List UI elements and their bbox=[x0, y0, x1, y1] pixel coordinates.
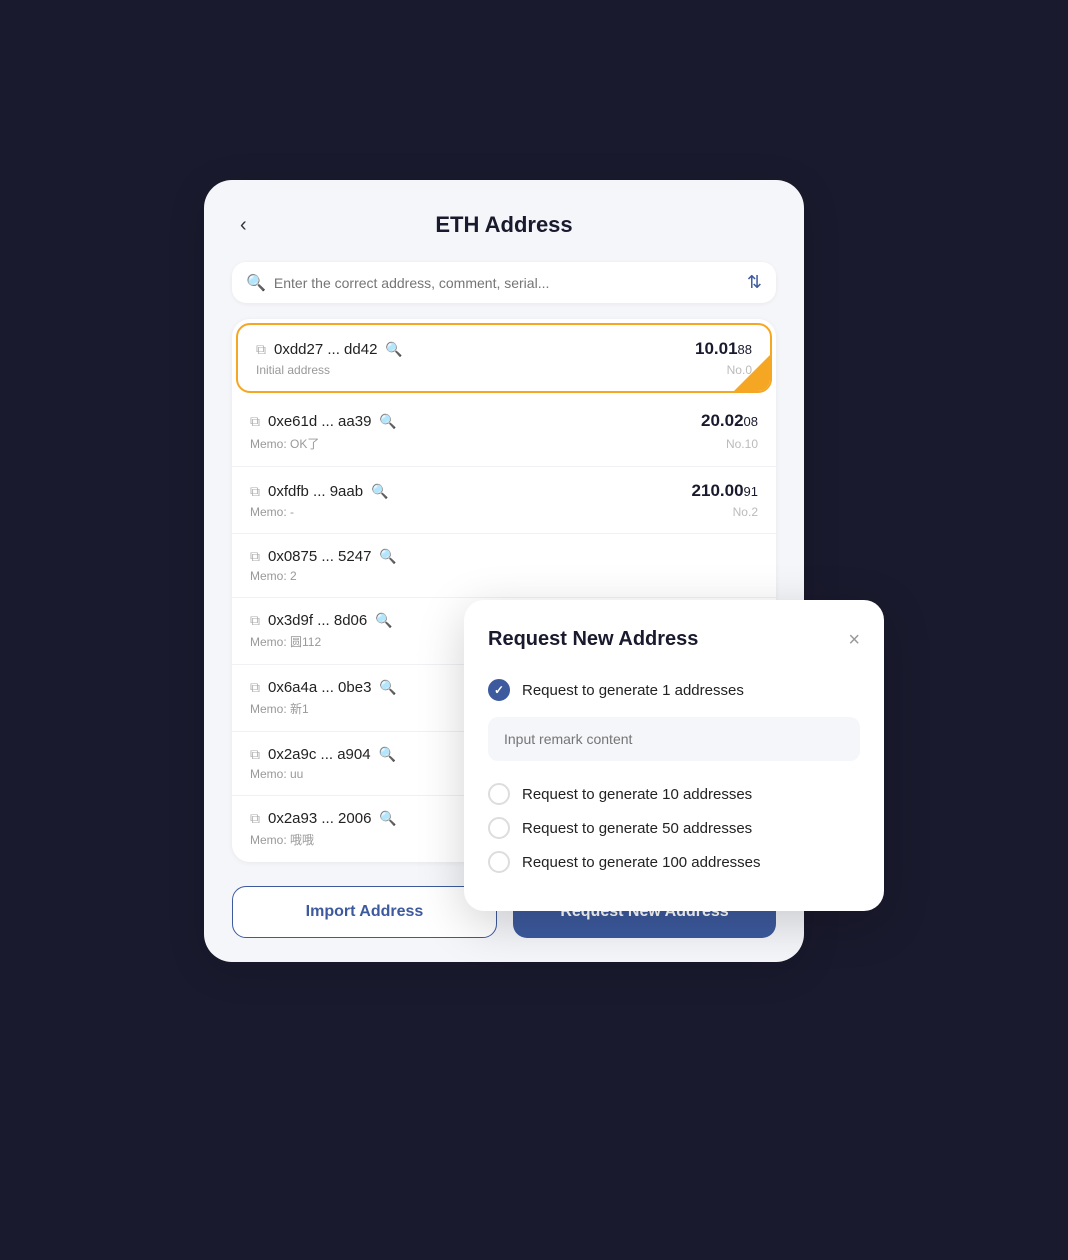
page-root: ‹ ETH Address 🔍 ⇅ ⧉ 0xdd27 ... dd42 🔍 10… bbox=[204, 180, 864, 1080]
address-left: ⧉ 0xdd27 ... dd42 🔍 bbox=[256, 341, 403, 358]
address-search-icon[interactable]: 🔍 bbox=[379, 679, 396, 696]
radio-circle-2 bbox=[488, 817, 510, 839]
address-hash: 0x2a93 ... 2006 bbox=[268, 810, 371, 827]
address-meta: Memo: 2 bbox=[250, 569, 758, 583]
page-title: ETH Address bbox=[435, 212, 572, 238]
address-meta: Memo: - No.2 bbox=[250, 505, 758, 519]
search-bar: 🔍 ⇅ bbox=[232, 262, 776, 303]
address-memo: Memo: OK了 bbox=[250, 435, 319, 452]
address-hash: 0x0875 ... 5247 bbox=[268, 548, 371, 565]
radio-option-2[interactable]: Request to generate 50 addresses bbox=[488, 811, 860, 845]
address-left: ⧉ 0x0875 ... 5247 🔍 bbox=[250, 548, 397, 565]
active-indicator bbox=[734, 355, 770, 391]
address-left: ⧉ 0x2a9c ... a904 🔍 bbox=[250, 746, 396, 763]
address-number: No.2 bbox=[733, 505, 758, 519]
address-row: ⧉ 0xe61d ... aa39 🔍 20.0208 bbox=[250, 411, 758, 431]
copy-icon[interactable]: ⧉ bbox=[250, 483, 260, 500]
radio-option-3[interactable]: Request to generate 100 addresses bbox=[488, 845, 860, 879]
address-memo: Initial address bbox=[256, 363, 330, 377]
address-search-icon[interactable]: 🔍 bbox=[379, 413, 396, 430]
address-search-icon[interactable]: 🔍 bbox=[371, 483, 388, 500]
address-memo: Memo: uu bbox=[250, 767, 303, 781]
address-row: ⧉ 0xdd27 ... dd42 🔍 10.0188 bbox=[256, 339, 752, 359]
radio-label-0: Request to generate 1 addresses bbox=[522, 682, 744, 699]
modal-title: Request New Address bbox=[488, 628, 698, 651]
radio-label-3: Request to generate 100 addresses bbox=[522, 854, 761, 871]
address-hash: 0xfdfb ... 9aab bbox=[268, 483, 363, 500]
remark-input[interactable] bbox=[488, 717, 860, 761]
address-item[interactable]: ⧉ 0xdd27 ... dd42 🔍 10.0188 Initial addr… bbox=[236, 323, 772, 393]
radio-circle-3 bbox=[488, 851, 510, 873]
address-left: ⧉ 0x3d9f ... 8d06 🔍 bbox=[250, 612, 393, 629]
address-meta: Initial address No.0 bbox=[256, 363, 752, 377]
address-row: ⧉ 0xfdfb ... 9aab 🔍 210.0091 bbox=[250, 481, 758, 501]
modal-option[interactable]: Request to generate 10 addresses bbox=[488, 777, 860, 811]
address-left: ⧉ 0xfdfb ... 9aab 🔍 bbox=[250, 483, 389, 500]
address-left: ⧉ 0xe61d ... aa39 🔍 bbox=[250, 413, 397, 430]
modal-option[interactable]: Request to generate 50 addresses bbox=[488, 811, 860, 845]
copy-icon[interactable]: ⧉ bbox=[250, 746, 260, 763]
copy-icon[interactable]: ⧉ bbox=[250, 548, 260, 565]
address-item[interactable]: ⧉ 0x0875 ... 5247 🔍 Memo: 2 bbox=[232, 534, 776, 598]
radio-circle-1 bbox=[488, 783, 510, 805]
address-hash: 0x2a9c ... a904 bbox=[268, 746, 371, 763]
radio-label-1: Request to generate 10 addresses bbox=[522, 786, 752, 803]
address-left: ⧉ 0x2a93 ... 2006 🔍 bbox=[250, 810, 397, 827]
address-hash: 0xdd27 ... dd42 bbox=[274, 341, 377, 358]
copy-icon[interactable]: ⧉ bbox=[250, 413, 260, 430]
address-search-icon[interactable]: 🔍 bbox=[379, 548, 396, 565]
address-meta: Memo: OK了 No.10 bbox=[250, 435, 758, 452]
radio-option-0[interactable]: ✓ Request to generate 1 addresses bbox=[488, 673, 860, 707]
address-search-icon[interactable]: 🔍 bbox=[379, 746, 396, 763]
address-amount: 210.0091 bbox=[692, 481, 758, 501]
search-icon: 🔍 bbox=[246, 273, 266, 293]
address-amount: 20.0208 bbox=[701, 411, 758, 431]
address-memo: Memo: 圆112 bbox=[250, 633, 321, 650]
address-search-icon[interactable]: 🔍 bbox=[375, 612, 392, 629]
modal-options: ✓ Request to generate 1 addresses Reques… bbox=[488, 673, 860, 879]
address-hash: 0x6a4a ... 0be3 bbox=[268, 679, 371, 696]
search-input[interactable] bbox=[274, 275, 739, 291]
address-left: ⧉ 0x6a4a ... 0be3 🔍 bbox=[250, 679, 397, 696]
modal-option[interactable]: Request to generate 100 addresses bbox=[488, 845, 860, 879]
radio-circle-0: ✓ bbox=[488, 679, 510, 701]
address-number: No.10 bbox=[726, 437, 758, 451]
address-item[interactable]: ⧉ 0xfdfb ... 9aab 🔍 210.0091 Memo: - No.… bbox=[232, 467, 776, 534]
radio-label-2: Request to generate 50 addresses bbox=[522, 820, 752, 837]
copy-icon[interactable]: ⧉ bbox=[256, 341, 266, 358]
address-item[interactable]: ⧉ 0xe61d ... aa39 🔍 20.0208 Memo: OK了 No… bbox=[232, 397, 776, 467]
filter-icon[interactable]: ⇅ bbox=[747, 272, 762, 293]
address-hash: 0xe61d ... aa39 bbox=[268, 413, 371, 430]
radio-option-1[interactable]: Request to generate 10 addresses bbox=[488, 777, 860, 811]
copy-icon[interactable]: ⧉ bbox=[250, 679, 260, 696]
request-address-modal: Request New Address × ✓ Request to gener… bbox=[464, 600, 884, 911]
address-row: ⧉ 0x0875 ... 5247 🔍 bbox=[250, 548, 758, 565]
back-button[interactable]: ‹ bbox=[232, 210, 255, 241]
page-header: ‹ ETH Address bbox=[232, 212, 776, 238]
modal-header: Request New Address × bbox=[488, 628, 860, 651]
modal-close-button[interactable]: × bbox=[848, 630, 860, 650]
address-memo: Memo: 2 bbox=[250, 569, 297, 583]
address-search-icon[interactable]: 🔍 bbox=[379, 810, 396, 827]
modal-option[interactable]: ✓ Request to generate 1 addresses bbox=[488, 673, 860, 777]
import-address-button[interactable]: Import Address bbox=[232, 886, 497, 938]
copy-icon[interactable]: ⧉ bbox=[250, 612, 260, 629]
address-memo: Memo: - bbox=[250, 505, 294, 519]
address-memo: Memo: 哦哦 bbox=[250, 831, 314, 848]
copy-icon[interactable]: ⧉ bbox=[250, 810, 260, 827]
address-memo: Memo: 新1 bbox=[250, 700, 309, 717]
address-hash: 0x3d9f ... 8d06 bbox=[268, 612, 367, 629]
address-search-icon[interactable]: 🔍 bbox=[385, 341, 402, 358]
radio-check-icon: ✓ bbox=[494, 683, 504, 697]
